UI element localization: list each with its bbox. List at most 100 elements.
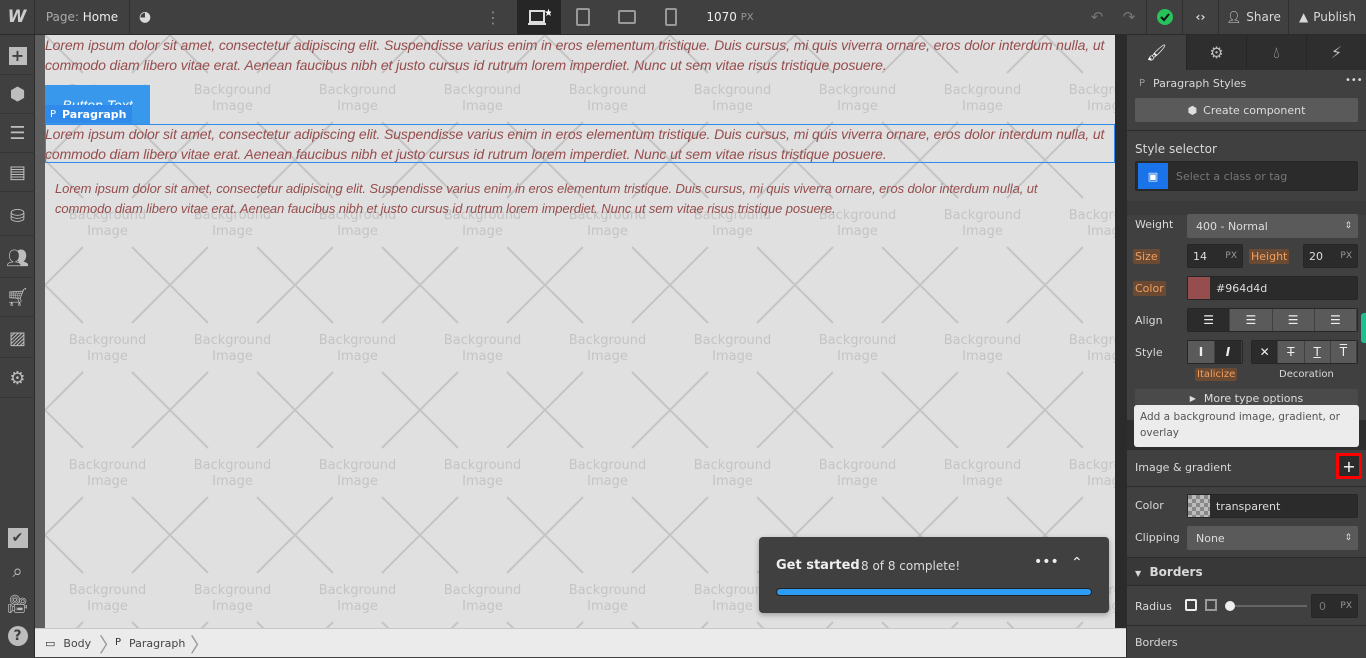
desktop-icon[interactable]: ★: [517, 0, 561, 34]
placeholder-text: Background: [319, 583, 397, 598]
placeholder-text: Image: [212, 224, 253, 239]
transparent-swatch[interactable]: [1188, 495, 1210, 517]
size-input[interactable]: 14 PX: [1187, 244, 1243, 268]
canvas-scrollbar[interactable]: [1115, 35, 1126, 628]
redo-icon[interactable]: ↷: [1112, 0, 1147, 34]
underline-icon[interactable]: T: [1304, 341, 1331, 363]
paragraph-selected[interactable]: Lorem ipsum dolor sit amet, consectetur …: [45, 124, 1115, 163]
add-icon[interactable]: +: [0, 37, 35, 75]
settings-icon[interactable]: ⚙: [0, 360, 35, 398]
paragraph-1[interactable]: Lorem ipsum dolor sit amet, consectetur …: [45, 35, 1110, 75]
users-icon[interactable]: 👥︎: [0, 240, 35, 278]
placeholder-text: Image: [337, 474, 378, 489]
placeholder-text: Background: [194, 458, 272, 473]
bg-color-input[interactable]: transparent: [1187, 494, 1358, 518]
placeholder-text: Image: [337, 599, 378, 614]
align-left-icon[interactable]: ☰: [1188, 309, 1231, 331]
rocket-icon: ▲: [1298, 10, 1309, 24]
placeholder-text: Background: [319, 333, 397, 348]
strikethrough-icon[interactable]: T: [1278, 341, 1305, 363]
decoration-label: Decoration: [1279, 369, 1334, 380]
placeholder-text: Background: [569, 583, 647, 598]
settings-gear-icon[interactable]: ⚙: [1187, 35, 1247, 70]
align-center-icon[interactable]: ☰: [1230, 309, 1273, 331]
radius-all-icon[interactable]: [1185, 599, 1197, 611]
italic-icon[interactable]: I: [1215, 341, 1242, 363]
ecommerce-icon[interactable]: 🛒︎: [0, 279, 35, 317]
panel-scroll-indicator[interactable]: [1361, 313, 1366, 343]
placeholder-text: Background: [444, 583, 522, 598]
tablet-icon[interactable]: [563, 0, 603, 34]
more-vertical-icon[interactable]: ⋮: [483, 0, 503, 34]
tablet-landscape-icon[interactable]: [607, 0, 647, 34]
assets-icon[interactable]: ▨: [0, 320, 35, 358]
no-decoration-icon[interactable]: ✕: [1252, 341, 1279, 363]
more-icon[interactable]: •••: [1034, 554, 1059, 570]
weight-select[interactable]: 400 - Normal ⇕: [1187, 214, 1358, 238]
placeholder-text: Background: [194, 83, 272, 98]
selected-element-badge: P Paragraph: [45, 105, 132, 123]
webflow-logo[interactable]: W: [0, 0, 35, 34]
radius-input[interactable]: 0 PX: [1311, 594, 1358, 618]
breadcrumb-paragraph[interactable]: P Paragraph: [115, 637, 185, 650]
selector-tag-icon: ▣: [1138, 163, 1168, 189]
color-swatch[interactable]: [1188, 277, 1210, 299]
style-brush-icon[interactable]: 🖌︎: [1127, 35, 1187, 70]
get-started-status: 8 of 8 complete!: [861, 559, 961, 573]
design-canvas[interactable]: Background Image Background Image Backgrou…: [45, 35, 1115, 628]
undo-icon[interactable]: ↶: [1085, 0, 1109, 34]
more-options-icon[interactable]: •••: [1345, 75, 1363, 86]
bg-color-label: Color: [1135, 499, 1164, 512]
align-justify-icon[interactable]: ☰: [1314, 309, 1357, 331]
borders-section-header[interactable]: ▼ Borders: [1135, 565, 1203, 579]
chevron-up-icon[interactable]: ⌃: [1071, 555, 1083, 571]
breadcrumb: ▭ Body 〉 P Paragraph 〉: [35, 628, 1126, 657]
page-selector[interactable]: Page: Home: [35, 0, 130, 34]
placeholder-text: Background: [69, 583, 147, 598]
overline-icon[interactable]: T: [1330, 341, 1357, 363]
placeholder-text: Background: [444, 333, 522, 348]
create-component-label: Create component: [1203, 103, 1306, 117]
pages-icon[interactable]: ▤: [0, 154, 35, 192]
align-right-icon[interactable]: ☰: [1272, 309, 1315, 331]
weight-label: Weight: [1135, 218, 1174, 231]
lightning-icon[interactable]: ⚡︎: [1307, 35, 1366, 70]
create-component-button[interactable]: ⬢ Create component: [1135, 98, 1358, 122]
share-button[interactable]: 👤︎ Share: [1219, 0, 1289, 34]
placeholder-text: Background: [1069, 458, 1115, 473]
weight-value: 400 - Normal: [1196, 219, 1268, 233]
add-background-button[interactable]: +: [1336, 453, 1362, 479]
style-selector-label: Style selector: [1135, 142, 1217, 156]
progress-track: [776, 588, 1092, 596]
slider-handle[interactable]: [1225, 601, 1235, 611]
placeholder-text: Image: [1087, 474, 1115, 489]
placeholder-text: Image: [1087, 99, 1115, 114]
status-check-icon[interactable]: [1147, 0, 1183, 34]
components-icon[interactable]: ⬢: [0, 76, 35, 114]
paragraph-icon: P: [115, 637, 122, 648]
mobile-icon[interactable]: [651, 0, 691, 34]
placeholder-text: Image: [837, 224, 878, 239]
placeholder-text: Background: [819, 333, 897, 348]
radius-label: Radius: [1135, 600, 1172, 613]
cms-icon[interactable]: ⛁: [0, 198, 35, 236]
clipping-select[interactable]: None ⇕: [1187, 526, 1358, 550]
paragraph-3[interactable]: Lorem ipsum dolor sit amet, consectetur …: [55, 179, 1095, 219]
line-height-input[interactable]: 20 PX: [1303, 244, 1358, 268]
color-input[interactable]: #964d4d: [1187, 276, 1358, 300]
size-label: Size: [1133, 249, 1160, 264]
borders-label: Borders: [1135, 636, 1178, 649]
placeholder-text: Image: [837, 474, 878, 489]
navigator-icon[interactable]: ☰: [0, 115, 35, 153]
radius-slider[interactable]: [1225, 601, 1307, 611]
placeholder-text: Image: [712, 474, 753, 489]
publish-button[interactable]: ▲ Publish: [1289, 0, 1366, 34]
code-icon[interactable]: ‹›: [1183, 0, 1219, 34]
style-selector-input[interactable]: ▣ Select a class or tag: [1135, 161, 1358, 191]
regular-style-icon[interactable]: I: [1188, 341, 1215, 363]
breadcrumb-body[interactable]: ▭ Body: [45, 637, 91, 650]
help-icon[interactable]: ?: [0, 617, 35, 655]
interactions-drops-icon[interactable]: 💧︎: [1247, 35, 1307, 70]
eye-icon[interactable]: ◕: [130, 0, 160, 34]
radius-individual-icon[interactable]: [1205, 599, 1217, 611]
